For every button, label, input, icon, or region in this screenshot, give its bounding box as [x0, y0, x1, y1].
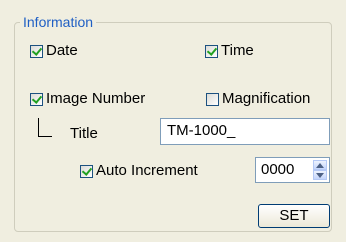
tree-connector-icon	[38, 118, 52, 137]
spin-up-arrow-icon	[316, 162, 324, 168]
time-checkbox[interactable]	[205, 44, 218, 58]
title-input[interactable]: TM-1000_	[160, 118, 330, 145]
time-option[interactable]: Time	[205, 42, 254, 60]
increment-spinner[interactable]: 0000	[255, 157, 330, 183]
image-number-label: Image Number	[46, 90, 146, 107]
date-option[interactable]: Date	[30, 42, 78, 60]
spin-down-arrow-icon	[316, 172, 324, 178]
spinner-buttons	[313, 160, 327, 180]
spin-up-button[interactable]	[313, 160, 327, 170]
time-label: Time	[221, 42, 254, 59]
magnification-option[interactable]: Magnification	[206, 90, 310, 108]
auto-increment-label: Auto Increment	[96, 162, 198, 179]
auto-increment-checkbox[interactable]	[80, 164, 93, 178]
magnification-checkbox[interactable]	[206, 92, 219, 106]
spin-down-button[interactable]	[313, 170, 327, 180]
magnification-label: Magnification	[222, 90, 311, 107]
image-number-option[interactable]: Image Number	[30, 90, 145, 108]
date-label: Date	[46, 42, 78, 59]
group-title: Information	[20, 13, 97, 31]
set-button[interactable]: SET	[258, 204, 330, 228]
information-panel: Information Date Time Image Number Magni…	[0, 0, 346, 242]
auto-increment-option[interactable]: Auto Increment	[80, 162, 198, 180]
title-label: Title	[70, 125, 98, 142]
increment-value[interactable]: 0000	[261, 160, 294, 180]
image-number-checkbox[interactable]	[30, 92, 43, 106]
date-checkbox[interactable]	[30, 44, 43, 58]
